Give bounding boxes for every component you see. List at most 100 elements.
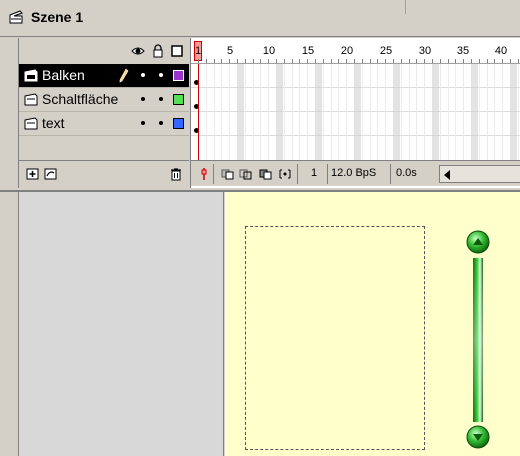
ruler-tick bbox=[400, 59, 402, 63]
scene-bar: Szene 1 bbox=[0, 0, 520, 37]
lock-icon[interactable] bbox=[151, 44, 165, 58]
horizontal-scrollbar[interactable] bbox=[439, 165, 520, 183]
ruler-tick bbox=[221, 59, 223, 63]
frame-column bbox=[385, 64, 387, 160]
scene-icon[interactable] bbox=[8, 9, 24, 25]
ruler-tick bbox=[260, 59, 262, 63]
scrollbar-graphic[interactable] bbox=[465, 230, 491, 456]
frame-rate[interactable]: 12.0 BpS bbox=[331, 167, 376, 179]
frame-column bbox=[315, 64, 322, 160]
ruler-tick bbox=[385, 59, 387, 63]
scroll-track-highlight bbox=[473, 258, 483, 422]
ruler-tick bbox=[229, 59, 231, 63]
ruler-number: 30 bbox=[418, 45, 432, 57]
frame-column bbox=[432, 64, 439, 160]
lock-dot[interactable] bbox=[159, 73, 163, 77]
frame-column bbox=[291, 64, 293, 160]
layer-footer bbox=[19, 160, 189, 186]
layer-row-schaltflaeche[interactable]: Schaltfläche bbox=[19, 88, 189, 112]
visibility-dot[interactable] bbox=[141, 73, 145, 77]
outline-color-swatch[interactable] bbox=[173, 118, 184, 129]
frame-column bbox=[229, 64, 231, 160]
lock-dot[interactable] bbox=[159, 97, 163, 101]
separator bbox=[390, 164, 391, 184]
frame-column bbox=[354, 64, 361, 160]
ruler-tick bbox=[369, 59, 371, 63]
edit-multiple-frames-icon[interactable] bbox=[259, 167, 273, 181]
ruler-tick bbox=[455, 59, 457, 63]
ruler-tick bbox=[276, 59, 277, 63]
layer-header bbox=[19, 38, 189, 64]
layer-icon bbox=[24, 93, 38, 106]
ruler-tick bbox=[307, 59, 309, 63]
layer-icon bbox=[24, 117, 38, 130]
frame-ruler[interactable]: 1 5 10 15 20 25 30 35 40 bbox=[191, 38, 520, 64]
center-frame-icon[interactable] bbox=[197, 167, 211, 181]
ruler-number: 5 bbox=[226, 45, 234, 57]
outline-color-swatch[interactable] bbox=[173, 70, 184, 81]
elapsed-time: 0.0s bbox=[396, 167, 417, 179]
frame-column bbox=[439, 64, 441, 160]
layer-row-balken[interactable]: Balken bbox=[19, 64, 189, 88]
ruler-tick bbox=[299, 59, 301, 63]
lock-dot[interactable] bbox=[159, 121, 163, 125]
ruler-tick bbox=[354, 59, 355, 63]
ruler-tick bbox=[502, 59, 504, 63]
ruler-tick bbox=[252, 59, 254, 63]
ruler-tick bbox=[510, 59, 511, 63]
separator bbox=[327, 164, 328, 184]
onion-skin-outlines-icon[interactable] bbox=[239, 167, 253, 181]
frame-column bbox=[463, 64, 465, 160]
eye-icon[interactable] bbox=[131, 44, 145, 58]
scroll-left-icon[interactable] bbox=[444, 170, 450, 180]
ruler-tick bbox=[338, 59, 340, 63]
frame-column bbox=[307, 64, 309, 160]
ruler-number: 10 bbox=[262, 45, 276, 57]
visibility-dot[interactable] bbox=[141, 121, 145, 125]
ruler-tick bbox=[237, 59, 238, 63]
outline-icon[interactable] bbox=[170, 44, 184, 58]
frame-column bbox=[369, 64, 371, 160]
outline-color-swatch[interactable] bbox=[173, 94, 184, 105]
frame-column bbox=[361, 64, 363, 160]
ruler-tick bbox=[494, 59, 496, 63]
frame-column bbox=[330, 64, 332, 160]
frames-area[interactable]: 1 5 10 15 20 25 30 35 40 1 12.0 BpS 0.0s bbox=[190, 38, 520, 188]
trash-icon[interactable] bbox=[169, 167, 183, 181]
modify-onion-markers-icon[interactable] bbox=[278, 167, 292, 181]
stage-canvas[interactable] bbox=[225, 192, 520, 456]
frame-column bbox=[299, 64, 301, 160]
frame-column bbox=[283, 64, 285, 160]
add-guide-layer-icon[interactable] bbox=[44, 167, 58, 181]
ruler-tick bbox=[486, 59, 488, 63]
ruler-tick bbox=[463, 59, 465, 63]
pencil-icon bbox=[119, 68, 129, 83]
timeline: Balken Schaltfläche text 1 5 10 15 20 25… bbox=[0, 38, 520, 188]
ruler-tick bbox=[377, 59, 379, 63]
onion-skin-icon[interactable] bbox=[221, 167, 235, 181]
frame-column bbox=[346, 64, 348, 160]
ruler-tick bbox=[283, 59, 285, 63]
dynamic-text-field[interactable] bbox=[245, 226, 425, 450]
frame-column bbox=[377, 64, 379, 160]
ruler-number: 25 bbox=[379, 45, 393, 57]
visibility-dot[interactable] bbox=[141, 97, 145, 101]
ruler-number: 20 bbox=[340, 45, 354, 57]
frame-column bbox=[478, 64, 480, 160]
frame-column bbox=[510, 64, 517, 160]
pasteboard[interactable] bbox=[18, 192, 224, 456]
layer-name: Balken bbox=[42, 67, 85, 83]
ruler-number: 40 bbox=[494, 45, 508, 57]
ruler-tick bbox=[393, 59, 394, 63]
add-layer-icon[interactable] bbox=[26, 167, 40, 181]
frame-column bbox=[252, 64, 254, 160]
frame-column bbox=[400, 64, 402, 160]
frame-column bbox=[338, 64, 340, 160]
ruler-tick bbox=[244, 59, 246, 63]
frame-column bbox=[322, 64, 324, 160]
timeline-footer: 1 12.0 BpS 0.0s bbox=[191, 160, 520, 186]
frame-column bbox=[517, 64, 519, 160]
layer-name: text bbox=[42, 115, 65, 131]
layer-row-text[interactable]: text bbox=[19, 112, 189, 136]
layer-panel: Balken Schaltfläche text bbox=[18, 38, 189, 188]
